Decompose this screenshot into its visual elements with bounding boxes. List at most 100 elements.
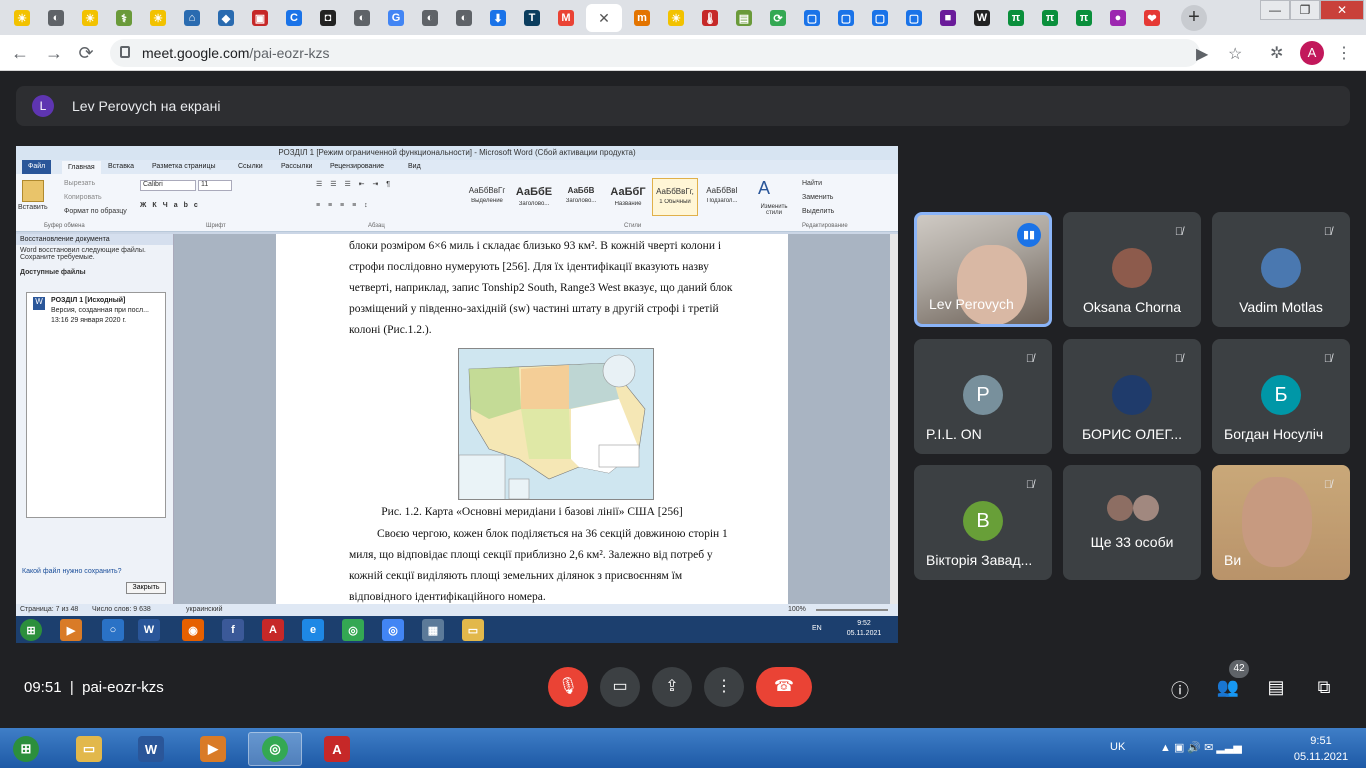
browser-tab[interactable]: ◐	[348, 4, 376, 32]
end-call-icon[interactable]: ☎	[756, 667, 812, 707]
browser-tab[interactable]: ❤	[1138, 4, 1166, 32]
find-button[interactable]: Найти	[802, 180, 822, 187]
style-item[interactable]: АаБбВвГг, 1 Обычный	[652, 178, 698, 216]
participant-tile[interactable]: P 🎙̸ P.I.L. ON	[914, 339, 1052, 454]
taskbar-explorer[interactable]: ▭	[62, 732, 116, 766]
browser-tab[interactable]: π	[1036, 4, 1064, 32]
copy-button[interactable]: Копировать	[64, 194, 102, 201]
active-tab-close-button[interactable]: ✕	[586, 4, 622, 32]
participant-tile[interactable]: 🎙̸ Vadim Motlas	[1212, 212, 1350, 327]
browser-tab[interactable]: ◐	[42, 4, 70, 32]
browser-tab[interactable]: ●	[1104, 4, 1132, 32]
browser-tab[interactable]: ☀	[76, 4, 104, 32]
browser-tab[interactable]: W	[968, 4, 996, 32]
change-styles-icon[interactable]: A	[758, 178, 770, 199]
browser-tab[interactable]: ▢	[900, 4, 928, 32]
mic-off-icon[interactable]: 🎙	[548, 667, 588, 707]
participant-tile[interactable]: 🎙̸ Ви	[1212, 465, 1350, 580]
browser-tab[interactable]: ▢	[798, 4, 826, 32]
styles-gallery[interactable]: АаБбВвГг Выделение АаБбЕ Заголово... АаБбВ За…	[464, 178, 752, 218]
document-scrollbar[interactable]	[890, 234, 898, 604]
extensions-icon[interactable]: ✲	[1270, 43, 1283, 63]
recovery-close-button[interactable]: Закрыть	[126, 582, 166, 594]
present-screen-icon[interactable]: ⇪	[652, 667, 692, 707]
change-styles-label[interactable]: Изменить стили	[756, 204, 792, 216]
replace-button[interactable]: Заменить	[802, 194, 833, 201]
style-item[interactable]: АаБбВвГг Выделение	[464, 178, 510, 216]
back-button[interactable]: ←	[8, 41, 32, 65]
browser-tab[interactable]: G	[382, 4, 410, 32]
paste-icon[interactable]	[22, 180, 44, 202]
style-item[interactable]: АаБбВ Заголово...	[558, 178, 604, 216]
browser-tab[interactable]: ☀	[144, 4, 172, 32]
browser-tab[interactable]: ◐	[450, 4, 478, 32]
chat-icon[interactable]: ▤	[1264, 677, 1288, 698]
participant-tile[interactable]: 🎙̸ Oksana Chorna	[1063, 212, 1201, 327]
browser-tab[interactable]: ☀	[662, 4, 690, 32]
paragraph-list-buttons[interactable]: ☰ ☰ ☰ ⇤ ⇥ ¶	[316, 180, 393, 188]
reload-button[interactable]: ⟳	[74, 41, 98, 65]
browser-tab[interactable]: ◐	[416, 4, 444, 32]
participant-tile[interactable]: 🎙̸ БОРИС ОЛЕГ...	[1063, 339, 1201, 454]
meeting-info-icon[interactable]: ⓘ	[1168, 677, 1192, 703]
profile-avatar[interactable]: A	[1300, 41, 1324, 65]
taskbar-word[interactable]: W	[124, 732, 178, 766]
bookmark-star-icon[interactable]: ☆	[1228, 44, 1242, 64]
browser-tab[interactable]: 🌡	[696, 4, 724, 32]
style-item[interactable]: АаБбЕ Заголово...	[511, 178, 557, 216]
participant-tile[interactable]: ▮▮ Lev Perovych	[914, 212, 1052, 327]
font-format-buttons[interactable]: ЖКЧabc	[140, 202, 204, 209]
word-tab[interactable]: Главная	[62, 161, 101, 174]
browser-tab[interactable]: ◆	[212, 4, 240, 32]
browser-tab[interactable]: ⟳	[764, 4, 792, 32]
style-item[interactable]: АаБбГ Название	[605, 178, 651, 216]
browser-tab[interactable]: ▢	[866, 4, 894, 32]
taskbar-pdf[interactable]: A	[310, 732, 364, 766]
font-size-select[interactable]: 11	[198, 180, 232, 191]
paragraph-align-buttons[interactable]: ≡ ≡ ≡ ≡ ↕	[316, 202, 371, 209]
camera-icon[interactable]: ▭	[600, 667, 640, 707]
new-tab-button[interactable]: +	[1181, 5, 1207, 31]
os-clock[interactable]: 9:51 05.11.2021	[1286, 733, 1356, 765]
participant-tile[interactable]: В 🎙̸ Вікторія Завад...	[914, 465, 1052, 580]
tray-icons[interactable]: ▲ ▣ 🔊 ✉ ▂▃▅	[1160, 741, 1242, 754]
word-tab[interactable]: Рассылки	[281, 163, 312, 170]
font-name-select[interactable]: Calibri	[140, 180, 196, 191]
browser-tab[interactable]: ■	[934, 4, 962, 32]
activities-icon[interactable]: ⧉	[1312, 677, 1336, 698]
cut-button[interactable]: Вырезать	[64, 180, 95, 187]
paste-label[interactable]: Вставить	[18, 204, 48, 211]
word-tab[interactable]: Файл	[22, 160, 52, 174]
browser-tab[interactable]: ☀	[8, 4, 36, 32]
word-tab[interactable]: Вставка	[108, 163, 134, 170]
browser-tab[interactable]: ◘	[314, 4, 342, 32]
browser-tab[interactable]: ⬇	[484, 4, 512, 32]
style-item[interactable]: АаБбВвІ Подзагол...	[699, 178, 745, 216]
browser-tab[interactable]: ⚕	[110, 4, 138, 32]
select-button[interactable]: Выделить	[802, 208, 834, 215]
format-painter-button[interactable]: Формат по образцу	[64, 208, 127, 215]
camera-permission-icon[interactable]: ▶	[1196, 44, 1208, 64]
close-window-button[interactable]: ✕	[1320, 0, 1364, 20]
restore-window-button[interactable]: ❐	[1290, 0, 1320, 20]
browser-tab[interactable]: ⌂	[178, 4, 206, 32]
people-icon[interactable]: 👥	[1216, 677, 1240, 698]
taskbar-media[interactable]: ▶	[186, 732, 240, 766]
browser-tab[interactable]: π	[1002, 4, 1030, 32]
browser-tab[interactable]: T	[518, 4, 546, 32]
word-tab[interactable]: Рецензирование	[330, 163, 384, 170]
taskbar-chrome[interactable]: ◎	[248, 732, 302, 766]
browser-tab[interactable]: π	[1070, 4, 1098, 32]
more-options-icon[interactable]: ⋮	[704, 667, 744, 707]
participant-tile[interactable]: Б 🎙̸ Богдан Носуліч	[1212, 339, 1350, 454]
browser-tab[interactable]: ▢	[832, 4, 860, 32]
word-tab[interactable]: Ссылки	[238, 163, 263, 170]
browser-tab[interactable]: C	[280, 4, 308, 32]
browser-tab[interactable]: M	[552, 4, 580, 32]
browser-menu-icon[interactable]: ⋮	[1336, 43, 1352, 63]
browser-tab[interactable]: m	[628, 4, 656, 32]
word-tab[interactable]: Вид	[408, 163, 421, 170]
minimize-window-button[interactable]: —	[1260, 0, 1290, 20]
word-tab[interactable]: Разметка страницы	[152, 163, 216, 170]
participant-tile[interactable]: Ще 33 особи	[1063, 465, 1201, 580]
